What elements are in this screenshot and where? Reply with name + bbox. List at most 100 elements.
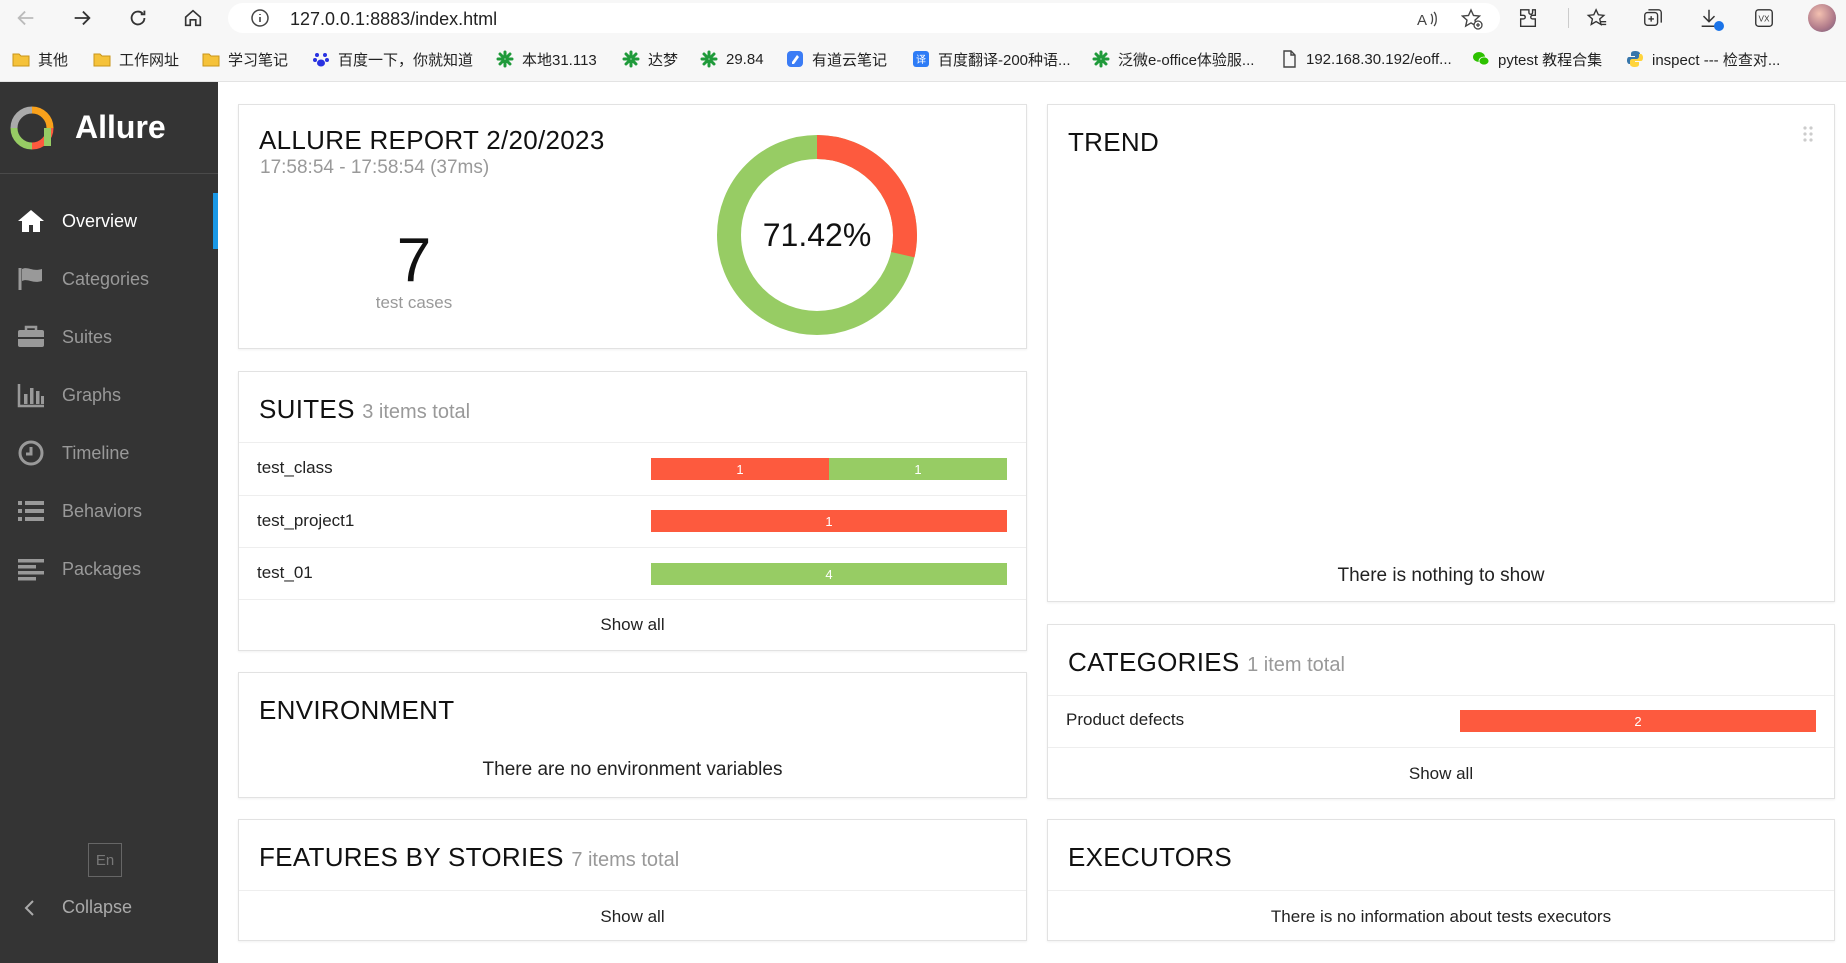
- bookmark-label: inspect --- 检查对...: [1652, 51, 1781, 69]
- failed-segment[interactable]: 2: [1460, 710, 1816, 732]
- toolbar-separator: [1568, 8, 1569, 28]
- bookmark-item[interactable]: 本地31.113: [496, 48, 597, 70]
- passed-segment[interactable]: 4: [651, 563, 1007, 585]
- categories-widget: CATEGORIES 1 item total Product defects …: [1047, 624, 1835, 799]
- bookmark-item[interactable]: 学习笔记: [202, 48, 288, 70]
- trend-widget: TREND There is nothing to show: [1047, 104, 1835, 602]
- site-info-icon[interactable]: [250, 8, 270, 28]
- home-icon: [16, 207, 46, 235]
- bookmark-label: 泛微e-office体验服...: [1118, 51, 1255, 69]
- reading-extension-button[interactable]: VX: [1752, 6, 1776, 30]
- suite-status-bar[interactable]: 1 1: [651, 458, 1007, 480]
- nav-suites[interactable]: Suites: [0, 309, 218, 365]
- nav-categories[interactable]: Categories: [0, 251, 218, 307]
- baidu-translate-icon: 译: [912, 50, 930, 68]
- suite-row[interactable]: test_class 1 1: [239, 442, 1026, 495]
- svg-text:译: 译: [916, 54, 926, 66]
- browser-toolbar: 127.0.0.1:8883/index.html A VX: [0, 0, 1846, 36]
- features-title: FEATURES BY STORIES 7 items total: [259, 842, 679, 873]
- back-button[interactable]: [12, 4, 40, 32]
- bookmark-item[interactable]: 百度一下，你就知道: [312, 48, 473, 70]
- categories-title: CATEGORIES 1 item total: [1068, 647, 1345, 678]
- folder-icon: [202, 50, 220, 68]
- suite-row[interactable]: test_01 4: [239, 547, 1026, 599]
- nav-overview[interactable]: Overview: [0, 193, 218, 249]
- report-time: 17:58:54 - 17:58:54 (37ms): [260, 157, 490, 178]
- allure-logo-icon: [10, 106, 54, 150]
- python-icon: [1626, 50, 1644, 68]
- failed-segment[interactable]: 1: [651, 510, 1007, 532]
- bookmark-item[interactable]: 达梦: [622, 48, 678, 70]
- bookmark-item[interactable]: 其他: [12, 48, 68, 70]
- bookmarks-bar: 其他 工作网址 学习笔记 百度一下，你就知道 本地31.113 达梦 29.84…: [0, 36, 1846, 82]
- collapse-button[interactable]: Collapse: [0, 882, 218, 934]
- profile-avatar[interactable]: [1808, 4, 1836, 32]
- favorites-button[interactable]: [1585, 6, 1609, 30]
- language-selector[interactable]: En: [88, 843, 122, 877]
- forward-button[interactable]: [68, 4, 96, 32]
- suites-show-all-link[interactable]: Show all: [239, 599, 1026, 651]
- suite-name: test_project1: [257, 511, 355, 530]
- bookmark-label: 学习笔记: [228, 51, 289, 69]
- briefcase-icon: [16, 323, 46, 351]
- back-arrow-icon: [17, 10, 34, 26]
- extensions-button[interactable]: [1516, 6, 1540, 30]
- nav-graphs[interactable]: Graphs: [0, 367, 218, 423]
- category-status-bar[interactable]: 2: [1460, 710, 1816, 732]
- weaver-icon: [700, 50, 718, 68]
- url-text[interactable]: 127.0.0.1:8883/index.html: [290, 9, 497, 30]
- bookmark-item[interactable]: 有道云笔记: [786, 48, 887, 70]
- bookmark-label: pytest 教程合集: [1498, 51, 1603, 69]
- bookmark-item[interactable]: 译 百度翻译-200种语...: [912, 48, 1071, 70]
- bookmark-item[interactable]: 29.84: [700, 48, 764, 70]
- summary-widget: ALLURE REPORT 2/20/2023 17:58:54 - 17:58…: [238, 104, 1027, 349]
- categories-title-text: CATEGORIES: [1068, 647, 1240, 677]
- nav-behaviors[interactable]: Behaviors: [0, 483, 218, 539]
- nav-packages[interactable]: Packages: [0, 541, 218, 597]
- category-row[interactable]: Product defects 2: [1048, 695, 1834, 747]
- document-icon: [1280, 50, 1298, 68]
- features-show-all-link[interactable]: Show all: [239, 890, 1026, 942]
- folder-icon: [12, 50, 30, 68]
- refresh-button[interactable]: [124, 4, 152, 32]
- environment-title: ENVIRONMENT: [259, 695, 455, 725]
- address-bar[interactable]: 127.0.0.1:8883/index.html A: [228, 3, 1500, 33]
- bookmark-item[interactable]: inspect --- 检查对...: [1626, 48, 1780, 70]
- bookmark-item[interactable]: 泛微e-office体验服...: [1092, 48, 1254, 70]
- suite-name: test_01: [257, 563, 313, 582]
- environment-empty-message: There are no environment variables: [482, 759, 783, 780]
- features-count: 7 items total: [571, 849, 680, 871]
- failed-segment[interactable]: 1: [651, 458, 829, 480]
- bar-chart-icon: [16, 381, 46, 409]
- suite-status-bar[interactable]: 4: [651, 563, 1007, 585]
- nav-timeline[interactable]: Timeline: [0, 425, 218, 481]
- bookmark-item[interactable]: 工作网址: [93, 48, 179, 70]
- passed-segment[interactable]: 1: [829, 458, 1007, 480]
- home-button[interactable]: [179, 4, 207, 32]
- collections-icon: [1644, 9, 1662, 27]
- bookmark-label: 有道云笔记: [812, 51, 888, 69]
- add-favorite-icon[interactable]: [1461, 8, 1483, 30]
- drag-handle-icon[interactable]: [1802, 125, 1814, 143]
- pass-rate-percent: 71.42%: [763, 217, 872, 253]
- executors-widget: EXECUTORS There is no information about …: [1047, 819, 1835, 941]
- read-aloud-icon[interactable]: A: [1416, 8, 1438, 30]
- collections-button[interactable]: [1641, 6, 1665, 30]
- test-case-label: test cases: [375, 293, 453, 312]
- suites-title-text: SUITES: [259, 394, 355, 424]
- favorites-star-icon: [1586, 8, 1607, 26]
- pass-rate-donut: 71.42%: [717, 135, 917, 335]
- suite-row[interactable]: test_project1 1: [239, 495, 1026, 547]
- bookmark-item[interactable]: pytest 教程合集: [1472, 48, 1602, 70]
- bookmark-item[interactable]: 192.168.30.192/eoff...: [1280, 48, 1452, 70]
- categories-show-all-link[interactable]: Show all: [1048, 747, 1834, 799]
- nav-label: Categories: [62, 268, 150, 289]
- weaver-icon: [1092, 50, 1110, 68]
- bookmark-label: 工作网址: [119, 51, 180, 69]
- suites-title: SUITES 3 items total: [259, 394, 470, 425]
- collapse-label: Collapse: [62, 897, 133, 917]
- chevron-left-icon: [24, 900, 34, 916]
- baidu-icon: [312, 50, 330, 68]
- brand-header[interactable]: Allure: [0, 82, 218, 174]
- suite-status-bar[interactable]: 1: [651, 510, 1007, 532]
